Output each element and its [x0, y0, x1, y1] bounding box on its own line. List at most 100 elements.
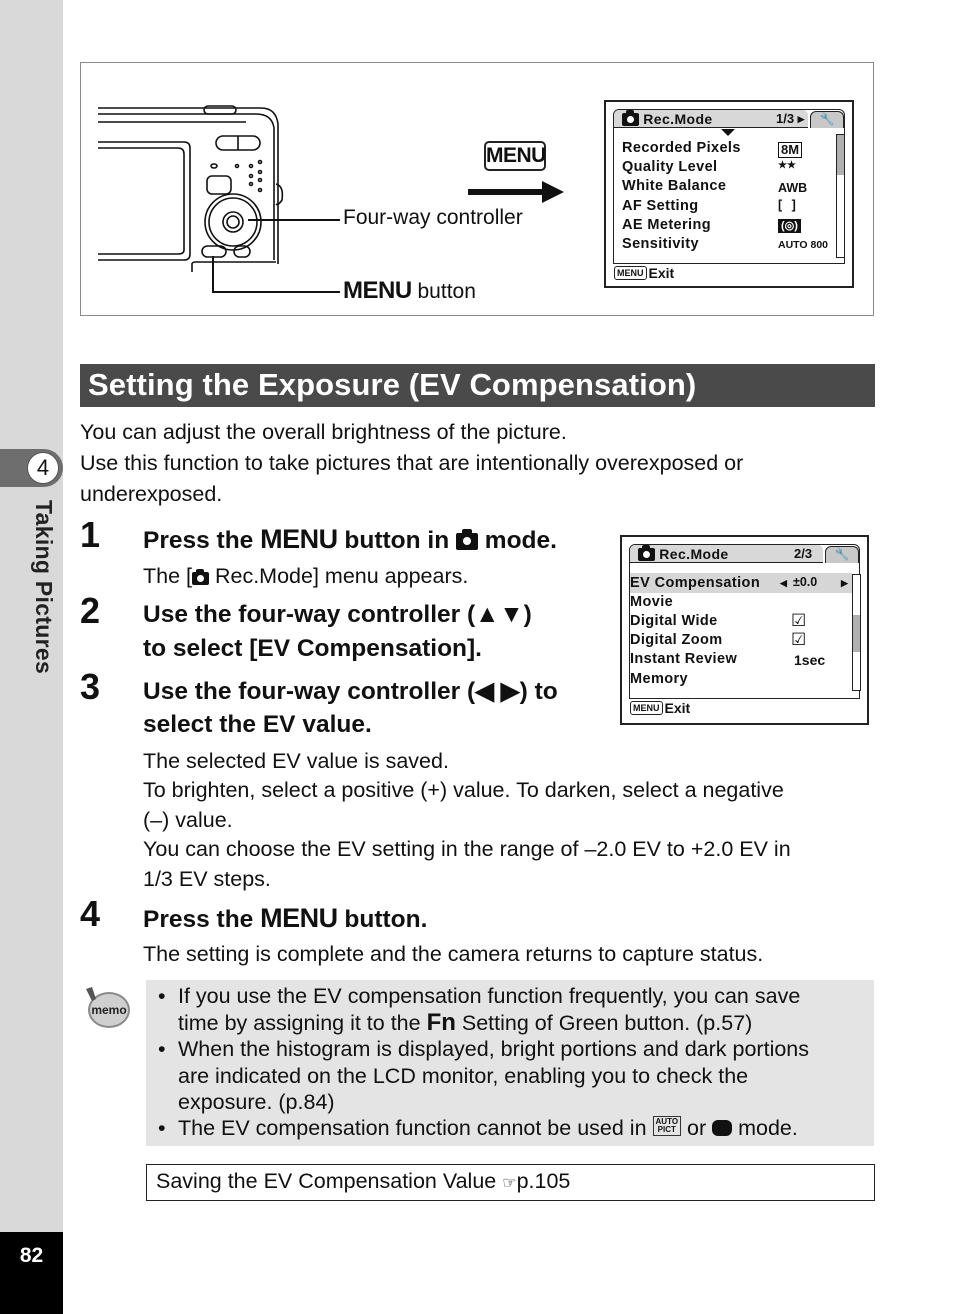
- wrench-icon: 🔧: [825, 546, 859, 563]
- lcd-tab-bar: Rec.Mode 1/3 ▸: [614, 110, 808, 128]
- auto-picture-mode-icon: AUTO PICT: [652, 1116, 682, 1136]
- lcd-row-label: Digital Wide: [630, 613, 718, 629]
- callout-menu-bold: MENU: [343, 277, 412, 304]
- lcd-panel: Rec.Mode 2/3 🔧 EV Compensation Movie Dig…: [629, 544, 861, 699]
- lcd-row-label: Memory: [630, 671, 688, 687]
- step-text: button.: [337, 906, 428, 933]
- lcd-tab-label: Rec.Mode: [643, 111, 713, 127]
- memo-text-part: mode.: [732, 1116, 798, 1140]
- callout-menu-button: MENU button: [343, 277, 476, 305]
- step-number: 1: [80, 514, 101, 555]
- step-text: Rec.Mode] menu appears.: [209, 564, 469, 588]
- chapter-number: 4: [27, 452, 59, 484]
- callout-line-four-way: [248, 219, 340, 221]
- lcd-row-label: Sensitivity: [622, 236, 699, 252]
- ev-right-arrow-icon: ▶: [841, 578, 848, 588]
- camera-icon: [456, 529, 478, 550]
- step-2-heading-line-2: to select [EV Compensation].: [143, 635, 482, 662]
- lcd-page-indicator: 2/3: [794, 546, 813, 561]
- camera-icon: [622, 110, 639, 126]
- pointing-hand-icon: ☞: [502, 1175, 517, 1192]
- memo-text: The EV compensation function cannot be u…: [158, 1115, 868, 1142]
- lcd-row-label: EV Compensation: [630, 575, 761, 591]
- lcd-scrollbar: [852, 574, 861, 691]
- lcd-exit-label: Exit: [648, 265, 675, 281]
- bullet: •: [158, 1116, 166, 1140]
- intro-line-1: You can adjust the overall brightness of…: [80, 420, 567, 444]
- memo-text: If you use the EV compensation function …: [178, 984, 801, 1008]
- lcd-row-label: AF Setting: [622, 198, 699, 214]
- sensitivity-value: AUTO 800: [778, 239, 828, 251]
- lcd-row-label: Digital Zoom: [630, 632, 723, 648]
- step-3-heading-line-1: Use the four-way controller (◀ ▶) to: [143, 678, 558, 705]
- lcd-tab-rec-mode: Rec.Mode: [622, 110, 713, 128]
- menu-key-icon: MENU: [484, 141, 546, 171]
- arrow-right-head-icon: [542, 181, 564, 203]
- menu-mini-icon: MENU: [630, 701, 663, 715]
- memo-text: exposure. (p.84): [178, 1090, 335, 1114]
- memo-text-part: Setting of Green button. (p.57): [455, 1010, 753, 1035]
- movie-mode-icon: [712, 1120, 733, 1136]
- lcd-row-label: White Balance: [622, 178, 727, 194]
- memo-icon-label: memo: [91, 1003, 126, 1017]
- reference-page-link[interactable]: p.105: [517, 1169, 571, 1193]
- lcd-scrollbar-thumb: [853, 615, 860, 652]
- wrench-icon: 🔧: [810, 111, 844, 128]
- lcd-page-text: 1/3: [776, 111, 795, 126]
- step-number: 2: [80, 590, 101, 631]
- callout-line-menu-vertical: [212, 256, 214, 293]
- lcd-screen-rec-mode-1: Rec.Mode 1/3 ▸ 🔧 Recorded Pixels Quality…: [604, 100, 854, 288]
- instant-review-value: 1sec: [794, 652, 826, 668]
- lcd-row-label: Quality Level: [622, 159, 718, 175]
- step-2-heading-line-1: Use the four-way controller (▲▼): [143, 601, 532, 628]
- section-title: Setting the Exposure (EV Compensation): [80, 364, 875, 407]
- lcd-page-indicator: 1/3 ▸: [776, 111, 805, 126]
- callout-menu-rest: button: [411, 280, 476, 303]
- memo-text: When the histogram is displayed, bright …: [178, 1037, 810, 1061]
- ae-metering-icon: (◎): [778, 219, 801, 233]
- step-number: 3: [80, 666, 101, 707]
- ev-compensation-value: ±0.0: [793, 575, 818, 589]
- memo-item: • When the histogram is displayed, brigh…: [158, 1036, 868, 1116]
- auto-pict-bottom: PICT: [657, 1125, 676, 1134]
- intro-line-3: underexposed.: [80, 482, 223, 506]
- step-3-heading-line-2: select the EV value.: [143, 711, 372, 738]
- lcd-row-label: Recorded Pixels: [622, 140, 741, 156]
- lcd-exit-hint: MENU Exit: [614, 264, 674, 282]
- lcd-tab-label: Rec.Mode: [659, 546, 729, 562]
- camera-back-illustration: [98, 105, 284, 274]
- fn-label: Fn: [426, 1008, 456, 1036]
- intro-line-2: Use this function to take pictures that …: [80, 451, 744, 475]
- memo-text-part: time by assigning it to the: [178, 1010, 427, 1035]
- arrow-right-icon: [468, 189, 544, 195]
- step-text: The [: [143, 564, 192, 588]
- chapter-title: Taking Pictures: [31, 500, 57, 675]
- bullet: •: [158, 1037, 166, 1061]
- callout-line-menu-horizontal: [212, 291, 340, 293]
- lcd-scrollbar-thumb: [837, 135, 844, 175]
- step-3-text-line: 1/3 EV steps.: [143, 867, 271, 891]
- lcd-exit-label: Exit: [664, 700, 691, 716]
- digital-zoom-checkbox-icon: ☑: [791, 630, 807, 649]
- lcd-panel: Rec.Mode 1/3 ▸ 🔧 Recorded Pixels Quality…: [613, 109, 845, 264]
- step-3-text-line: You can choose the EV setting in the ran…: [143, 837, 791, 861]
- ev-left-arrow-icon: ◀: [780, 578, 787, 588]
- camera-icon: [638, 545, 655, 561]
- memo-text: time by assigning it to the Fn Setting o…: [158, 1008, 868, 1037]
- step-3-text-line: To brighten, select a positive (+) value…: [143, 778, 784, 802]
- menu-mini-icon: MENU: [614, 266, 647, 280]
- reference-text: Saving the EV Compensation Value: [156, 1169, 503, 1193]
- cross-reference-box: Saving the EV Compensation Value ☞p.105: [146, 1164, 875, 1201]
- step-text: Press the: [143, 906, 261, 933]
- quality-level-value: ★★: [778, 160, 796, 171]
- lcd-row-label: AE Metering: [622, 217, 711, 233]
- step-3-text-line: (–) value.: [143, 808, 233, 832]
- lcd-row-label: Instant Review: [630, 651, 738, 667]
- step-text: Press the: [143, 527, 261, 554]
- menu-word: MENU: [260, 903, 338, 933]
- digital-wide-checkbox-icon: ☑: [791, 611, 807, 630]
- lcd-row-label: Movie: [630, 594, 674, 610]
- lcd-exit-hint: MENU Exit: [630, 699, 690, 717]
- memo-icon: memo: [86, 987, 130, 1028]
- scroll-down-indicator-icon: [721, 129, 735, 136]
